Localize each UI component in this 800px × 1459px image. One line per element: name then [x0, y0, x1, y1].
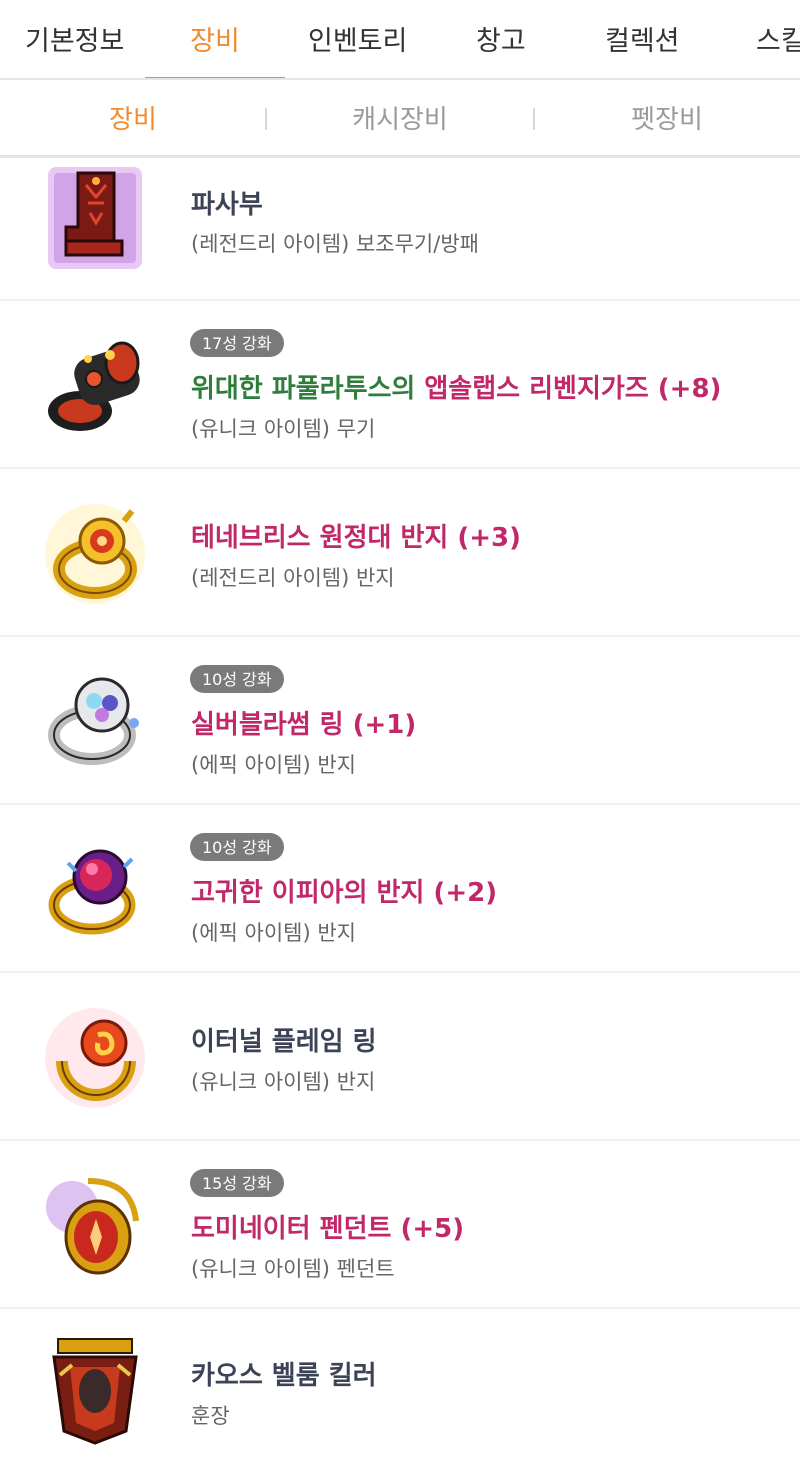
tab-label: 인벤토리	[308, 26, 408, 57]
equipment-item-tenebris-ring[interactable]: 테네브리스 원정대 반지 (+3) (레전드리 아이템) 반지	[0, 469, 800, 637]
item-description: (레전드리 아이템) 반지	[191, 566, 395, 590]
equipment-page: 기본정보 장비 인벤토리 창고 컬렉션 스킬 장비 캐시장비 펫장비 파사부 (…	[0, 0, 800, 1459]
item-name: 이터널 플레임 링	[191, 1027, 377, 1057]
equipment-item-silver-blossom-ring[interactable]: 10성 강화 실버블라썸 링 (+1) (에픽 아이템) 반지	[0, 637, 800, 805]
subtab-divider	[533, 108, 535, 130]
tab-label: 창고	[476, 26, 526, 57]
subtab-divider	[265, 108, 267, 130]
tab-basic-info[interactable]: 기본정보	[25, 0, 125, 78]
item-description: (레전드리 아이템) 보조무기/방패	[191, 232, 479, 256]
item-name: 고귀한 이피아의 반지 (+2)	[191, 878, 498, 908]
dominator-pendant-icon	[40, 1171, 150, 1281]
tab-storage[interactable]: 창고	[476, 0, 526, 78]
item-name-prefix: 위대한 파풀라투스의	[191, 374, 425, 404]
equipment-item-chaos-vellum-killer[interactable]: 카오스 벨룸 킬러 훈장	[0, 1309, 800, 1459]
item-name: 위대한 파풀라투스의 앱솔랩스 리벤지가즈 (+8)	[191, 368, 721, 405]
item-description: 훈장	[191, 1404, 230, 1428]
star-force-badge: 10성 강화	[190, 833, 284, 861]
item-description: (에픽 아이템) 반지	[191, 753, 356, 777]
tab-skill[interactable]: 스킬	[756, 0, 800, 78]
tab-inventory[interactable]: 인벤토리	[308, 0, 408, 78]
item-name: 도미네이터 펜던트 (+5)	[191, 1214, 465, 1244]
star-force-badge: 17성 강화	[190, 329, 284, 357]
red-gauntlet-icon	[40, 331, 150, 441]
tab-collection[interactable]: 컬렉션	[605, 0, 680, 78]
equipment-item-fasabu[interactable]: 파사부 (레전드리 아이템) 보조무기/방패	[0, 133, 800, 301]
star-force-badge: 10성 강화	[190, 665, 284, 693]
equipment-item-dominator-pendant[interactable]: 15성 강화 도미네이터 펜던트 (+5) (유니크 아이템) 펜던트	[0, 1141, 800, 1309]
blue-shield-icon	[40, 163, 150, 273]
flame-ring-icon	[40, 1003, 150, 1113]
gold-ring-icon	[40, 499, 150, 609]
star-force-badge: 15성 강화	[190, 1169, 284, 1197]
tab-label: 스킬	[756, 26, 800, 57]
item-name: 카오스 벨룸 킬러	[191, 1361, 377, 1391]
top-tab-bar: 기본정보 장비 인벤토리 창고 컬렉션 스킬	[0, 0, 800, 80]
tab-label: 장비	[190, 26, 240, 57]
item-description: (유니크 아이템) 펜던트	[191, 1257, 395, 1281]
item-name: 파사부	[191, 190, 263, 220]
item-name-main: 앱솔랩스 리벤지가즈 (+8)	[424, 374, 722, 404]
item-name: 테네브리스 원정대 반지 (+3)	[191, 523, 521, 553]
item-description: (유니크 아이템) 반지	[191, 1070, 376, 1094]
tab-label: 기본정보	[25, 26, 125, 57]
equipment-item-absolab-revenge-guards[interactable]: 17성 강화 위대한 파풀라투스의 앱솔랩스 리벤지가즈 (+8) (유니크 아…	[0, 301, 800, 469]
item-name: 실버블라썸 링 (+1)	[191, 710, 417, 740]
item-description: (유니크 아이템) 무기	[191, 417, 376, 441]
equipment-item-eternal-flame-ring[interactable]: 이터널 플레임 링 (유니크 아이템) 반지	[0, 973, 800, 1141]
rose-ring-icon	[40, 835, 150, 945]
silver-ring-icon	[40, 665, 150, 775]
item-description: (에픽 아이템) 반지	[191, 921, 356, 945]
tab-equipment[interactable]: 장비	[145, 0, 285, 78]
equipment-item-noble-ifia-ring[interactable]: 10성 강화 고귀한 이피아의 반지 (+2) (에픽 아이템) 반지	[0, 805, 800, 973]
chaos-velum-medal-icon	[40, 1335, 150, 1445]
tab-label: 컬렉션	[605, 26, 680, 57]
